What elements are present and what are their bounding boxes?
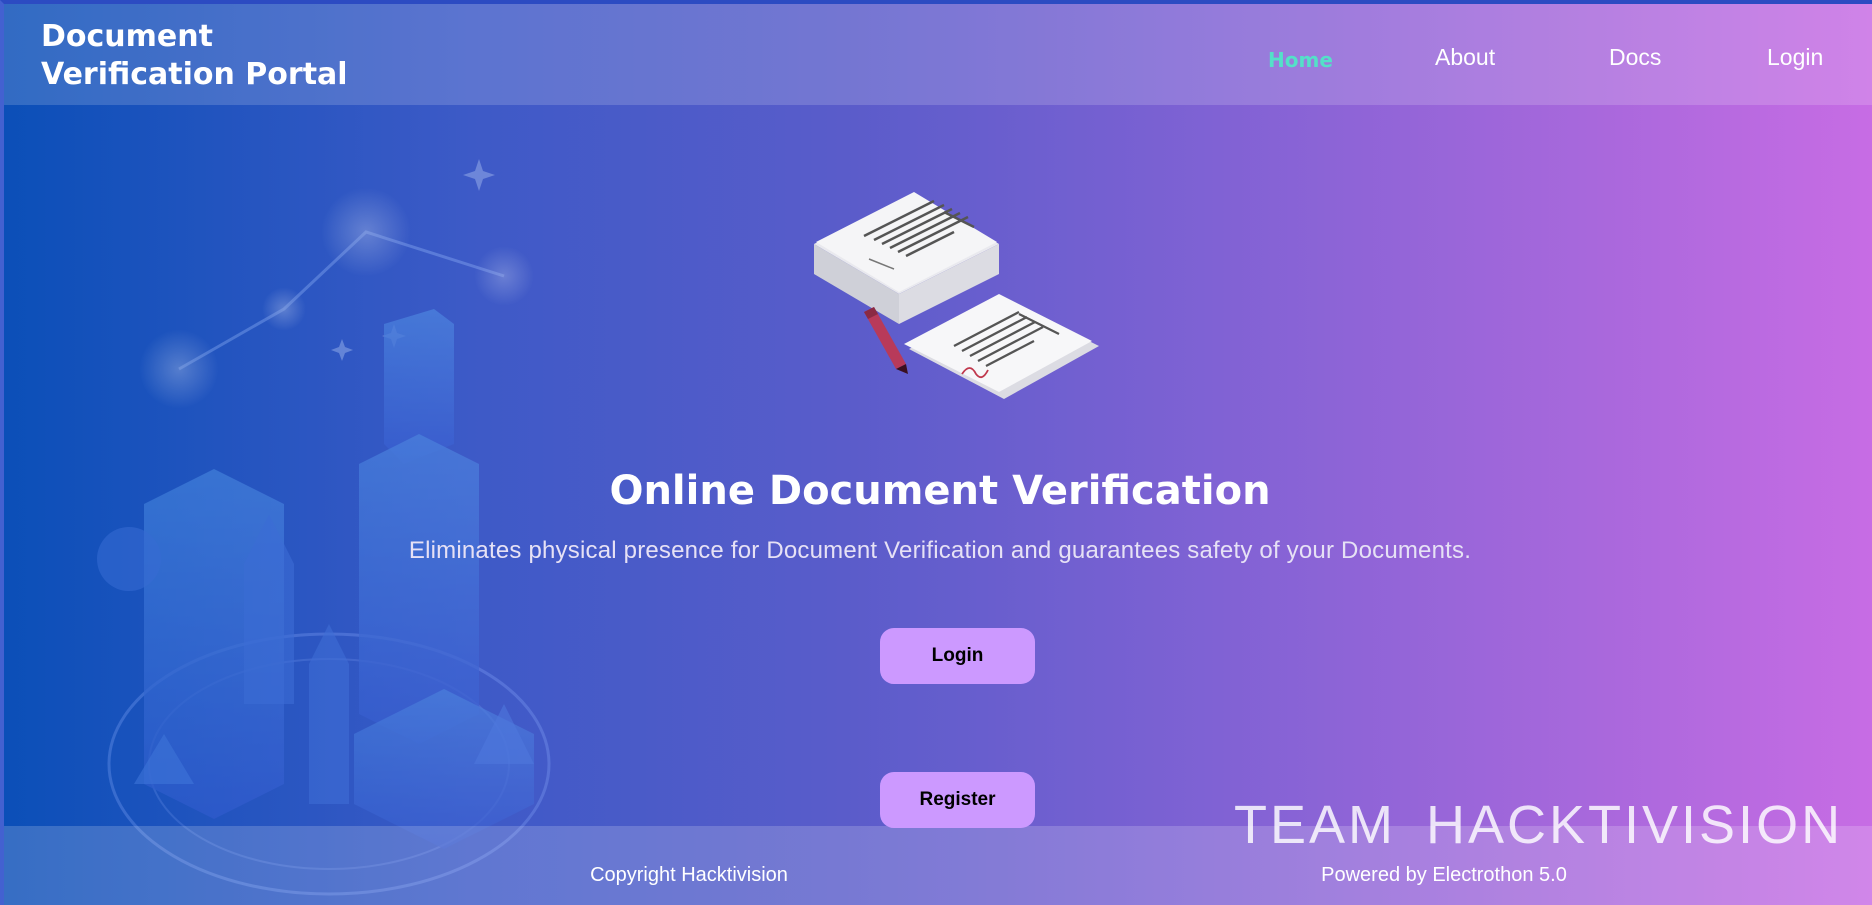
nav-docs-link[interactable]: Docs bbox=[1609, 44, 1661, 71]
nav-about-link[interactable]: About bbox=[1435, 44, 1495, 71]
page-background: Document Verification Portal Home About … bbox=[0, 0, 1872, 905]
login-button[interactable]: Login bbox=[880, 628, 1035, 684]
brand-line-1: Document bbox=[41, 19, 213, 54]
city-constellation-illustration bbox=[97, 159, 551, 896]
hero-subtitle: Eliminates physical presence for Documen… bbox=[408, 537, 1472, 564]
footer-powered-by: Powered by Electrothon 5.0 bbox=[1321, 864, 1567, 886]
site-brand[interactable]: Document Verification Portal bbox=[41, 18, 348, 94]
hero-title: Online Document Verification bbox=[609, 468, 1271, 514]
brand-line-2: Verification Portal bbox=[41, 57, 348, 92]
team-hacktivision-watermark: TEAM HACKTIVISION bbox=[1234, 795, 1844, 855]
documents-with-pen-icon bbox=[814, 192, 1099, 399]
top-navbar: Document Verification Portal Home About … bbox=[4, 4, 1872, 105]
nav-login-link[interactable]: Login bbox=[1767, 44, 1823, 71]
nav-home-link[interactable]: Home bbox=[1268, 48, 1333, 72]
register-button[interactable]: Register bbox=[880, 772, 1035, 828]
